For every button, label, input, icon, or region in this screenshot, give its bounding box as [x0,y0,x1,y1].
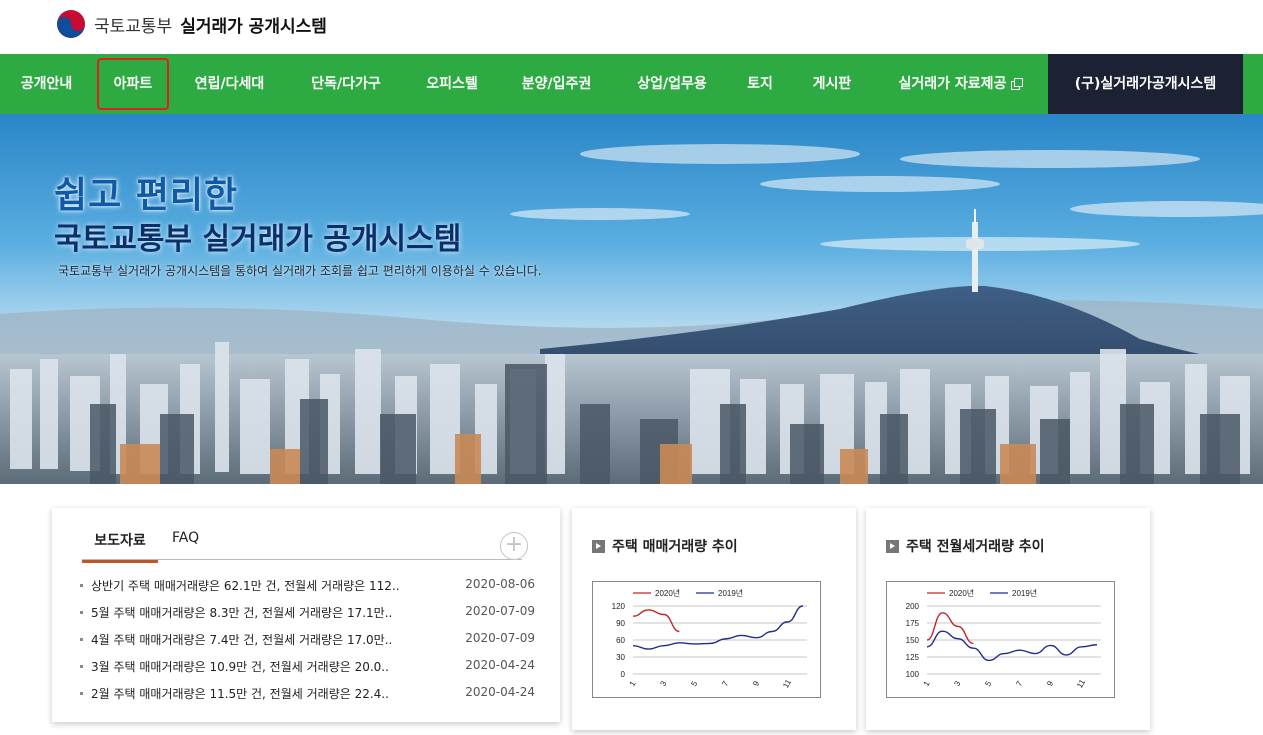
series-line [926,612,974,645]
site-header: 국토교통부 실거래가 공개시스템 [0,0,1263,54]
y-tick-label: 90 [616,619,625,628]
sales-chart: 120 90 60 30 0 1 3 5 7 9 11 2020년 2019년 [592,581,821,698]
news-tabs: 보도자료 FAQ [82,526,522,563]
bullet-icon [80,611,83,614]
nav-item-rowhouse[interactable]: 연립/다세대 [173,54,286,114]
nav-item-land[interactable]: 토지 [729,54,791,114]
list-item[interactable]: 3월 주택 매매거래량은 10.9만 건, 전월세 거래량은 20.0.. 20… [80,657,535,684]
y-tick-label: 100 [906,670,920,679]
y-tick-label: 200 [906,602,920,611]
tab-press-release[interactable]: 보도자료 [82,530,158,563]
legend-label: 2020년 [655,588,680,598]
y-tick-label: 175 [906,619,920,628]
x-tick-label: 7 [720,679,730,688]
bullet-icon [80,665,83,668]
nav-item-data-provision-label: 실거래가 자료제공 [898,76,1007,92]
series-line [632,609,680,633]
rent-chart-svg: 200 175 150 125 1001 3 5 7 9 11 2020년 2019년 [906,588,1101,690]
hero-banner: 쉽고 편리한 국토교통부 실거래가 공개시스템 국토교통부 실거래가 공개시스템… [0,114,1263,484]
nav-item-commercial[interactable]: 상업/업무용 [615,54,729,114]
rent-chart-title: 주택 전월세거래량 추이 [906,539,1045,555]
sales-volume-card[interactable]: 주택 매매거래량 추이 120 90 60 30 0 1 3 5 7 9 11 2020년 2019년 [572,508,856,730]
x-tick-label: 1 [922,679,932,688]
sales-chart-title: 주택 매매거래량 추이 [612,539,738,555]
y-tick-label: 120 [612,602,626,611]
x-tick-label: 3 [658,679,668,688]
bullet-icon [80,692,83,695]
ministry-name: 국토교통부 [94,16,173,37]
news-date: 2020-07-09 [465,631,535,645]
y-tick-label: 30 [616,653,625,662]
x-tick-label: 5 [983,679,993,688]
x-tick-label: 9 [751,679,761,688]
x-tick-label: 9 [1045,679,1055,688]
news-title[interactable]: 2월 주택 매매거래량은 11.5만 건, 전월세 거래량은 22.4.. [91,685,431,702]
list-item[interactable]: 상반기 주택 매매거래량은 62.1만 건, 전월세 거래량은 112.. 20… [80,576,535,603]
x-tick-label: 5 [689,679,699,688]
arrow-right-icon [592,539,605,553]
news-title[interactable]: 4월 주택 매매거래량은 7.4만 건, 전월세 거래량은 17.0만.. [91,631,431,648]
nav-item-data-provision[interactable]: 실거래가 자료제공 [873,54,1048,114]
rent-chart: 200 175 150 125 100 1 3 5 7 9 11 2020년 2019년 [886,581,1115,698]
bullet-icon [80,584,83,587]
nav-item-board[interactable]: 게시판 [791,54,873,114]
bullet-icon [80,638,83,641]
legend-label: 2020년 [949,588,974,598]
y-tick-label: 125 [906,653,920,662]
x-tick-label: 1 [628,679,638,688]
list-item[interactable]: 4월 주택 매매거래량은 7.4만 건, 전월세 거래량은 17.0만.. 20… [80,630,535,657]
nav-item-officetel[interactable]: 오피스텔 [406,54,498,114]
news-title[interactable]: 3월 주택 매매거래량은 10.9만 건, 전월세 거래량은 20.0.. [91,658,431,675]
main-nav: 공개안내 아파트 연립/다세대 단독/다가구 오피스텔 분양/입주권 상업/업무… [0,54,1263,114]
rent-volume-card[interactable]: 주택 전월세거래량 추이 200 175 150 125 100 1 3 5 7 9 11 2020년… [866,508,1150,730]
site-logo[interactable]: 국토교통부 실거래가 공개시스템 [56,9,327,39]
hero-title-primary: 쉽고 편리한 [54,175,239,216]
tab-faq[interactable]: FAQ [172,530,199,546]
news-title[interactable]: 5월 주택 매매거래량은 8.3만 건, 전월세 거래량은 17.1만.. [91,604,431,621]
series-line [632,605,804,650]
hero-description: 국토교통부 실거래가 공개시스템을 통하여 실거래가 조회를 쉽고 편리하게 이… [58,264,542,278]
series-line [926,630,1098,662]
news-date: 2020-07-09 [465,604,535,618]
system-name: 실거래가 공개시스템 [180,16,327,37]
nav-item-about[interactable]: 공개안내 [0,54,93,114]
news-date: 2020-08-06 [465,577,535,591]
x-tick-label: 11 [1075,677,1087,689]
x-tick-label: 11 [781,677,793,689]
hero-title-secondary: 국토교통부 실거래가 공개시스템 [54,222,462,257]
list-item[interactable]: 5월 주택 매매거래량은 8.3만 건, 전월세 거래량은 17.1만.. 20… [80,603,535,630]
press-release-card: 보도자료 FAQ + 상반기 주택 매매거래량은 62.1만 건, 전월세 거래… [52,508,560,722]
more-plus-button[interactable]: + [500,532,528,560]
sales-chart-heading: 주택 매매거래량 추이 [592,536,738,556]
news-date: 2020-04-24 [465,658,535,672]
sales-chart-svg: 120 90 60 30 01 3 5 7 9 11 2020년 2019년 [612,588,807,690]
nav-item-apartment[interactable]: 아파트 [93,54,173,114]
rent-chart-heading: 주택 전월세거래량 추이 [886,536,1045,556]
new-window-icon [1011,78,1024,90]
y-tick-label: 60 [616,636,625,645]
news-title[interactable]: 상반기 주택 매매거래량은 62.1만 건, 전월세 거래량은 112.. [91,577,431,594]
arrow-right-icon [886,539,899,553]
y-tick-label: 150 [906,636,920,645]
news-date: 2020-04-24 [465,685,535,699]
legend-label: 2019년 [718,588,743,598]
old-system-link[interactable]: (구)실거래가공개시스템 [1048,54,1243,114]
legend-label: 2019년 [1012,588,1037,598]
x-tick-label: 7 [1014,679,1024,688]
taegeuk-logo-icon [57,10,85,38]
nav-item-detached[interactable]: 단독/다가구 [286,54,406,114]
y-tick-label: 0 [621,670,626,679]
nav-item-presale[interactable]: 분양/입주권 [498,54,615,114]
x-tick-label: 3 [952,679,962,688]
news-list: 상반기 주택 매매거래량은 62.1만 건, 전월세 거래량은 112.. 20… [80,576,535,711]
list-item[interactable]: 2월 주택 매매거래량은 11.5만 건, 전월세 거래량은 22.4.. 20… [80,684,535,711]
